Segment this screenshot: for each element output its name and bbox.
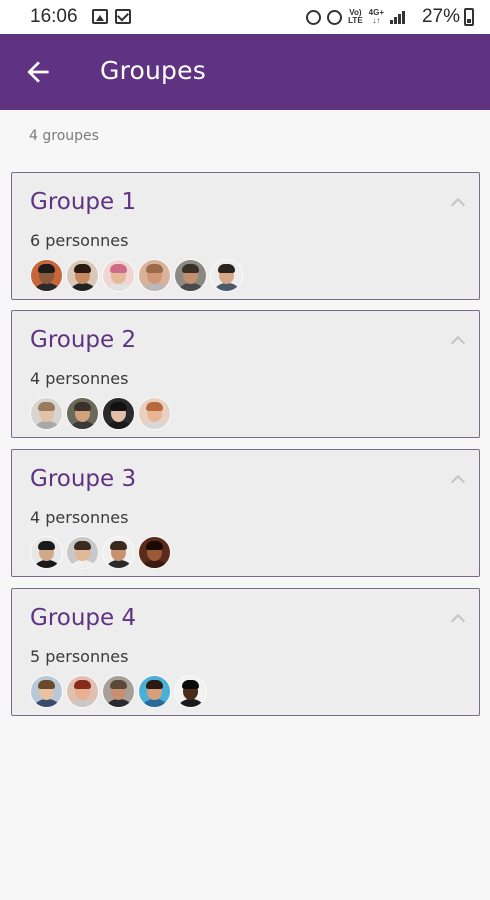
status-bar: 16:06 Vo) LTE 4G+ ↓↑ 27% xyxy=(0,0,490,34)
avatar xyxy=(30,675,63,708)
group-title: Groupe 3 xyxy=(30,466,137,492)
avatar xyxy=(30,259,63,292)
avatar xyxy=(66,259,99,292)
group-members-count: 6 personnes xyxy=(30,231,129,250)
status-right-icons: Vo) LTE 4G+ ↓↑ xyxy=(306,9,406,25)
group-card[interactable]: Groupe 3 4 personnes xyxy=(11,449,480,577)
chevron-up-icon[interactable] xyxy=(447,607,469,629)
group-title: Groupe 1 xyxy=(30,189,137,215)
back-button[interactable] xyxy=(22,56,54,88)
avatar xyxy=(138,397,171,430)
battery-percent: 27% xyxy=(421,6,460,27)
chevron-up-icon[interactable] xyxy=(447,329,469,351)
avatar xyxy=(102,397,135,430)
avatar xyxy=(102,259,135,292)
message-icon xyxy=(115,9,131,24)
avatar xyxy=(138,536,171,569)
avatar xyxy=(138,259,171,292)
avatar xyxy=(138,675,171,708)
mute-icon xyxy=(327,9,343,25)
group-card[interactable]: Groupe 1 6 personnes xyxy=(11,172,480,300)
avatar-row xyxy=(30,397,171,430)
avatar-row xyxy=(30,536,171,569)
image-icon xyxy=(92,9,108,24)
volte-icon: Vo) LTE xyxy=(348,8,363,25)
page-title: Groupes xyxy=(100,56,206,85)
avatar xyxy=(66,397,99,430)
alarm-icon xyxy=(306,9,322,25)
avatar xyxy=(66,536,99,569)
app-bar: Groupes xyxy=(0,34,490,110)
chevron-up-icon[interactable] xyxy=(447,468,469,490)
4g-icon: 4G+ ↓↑ xyxy=(368,8,384,25)
avatar xyxy=(30,397,63,430)
avatar-row xyxy=(30,259,243,292)
group-title: Groupe 2 xyxy=(30,327,137,353)
avatar xyxy=(30,536,63,569)
group-card[interactable]: Groupe 2 4 personnes xyxy=(11,310,480,438)
battery-icon xyxy=(464,8,474,26)
avatar xyxy=(174,675,207,708)
groups-count: 4 groupes xyxy=(29,128,99,144)
avatar-row xyxy=(30,675,207,708)
avatar xyxy=(174,259,207,292)
status-left-icons xyxy=(92,9,131,24)
arrow-back-icon xyxy=(27,61,49,83)
status-time: 16:06 xyxy=(30,6,78,27)
avatar xyxy=(210,259,243,292)
group-members-count: 4 personnes xyxy=(30,369,129,388)
group-title: Groupe 4 xyxy=(30,605,137,631)
group-members-count: 4 personnes xyxy=(30,508,129,527)
chevron-up-icon[interactable] xyxy=(447,191,469,213)
group-card[interactable]: Groupe 4 5 personnes xyxy=(11,588,480,716)
avatar xyxy=(102,536,135,569)
avatar xyxy=(66,675,99,708)
signal-icon xyxy=(390,10,406,24)
group-members-count: 5 personnes xyxy=(30,647,129,666)
avatar xyxy=(102,675,135,708)
